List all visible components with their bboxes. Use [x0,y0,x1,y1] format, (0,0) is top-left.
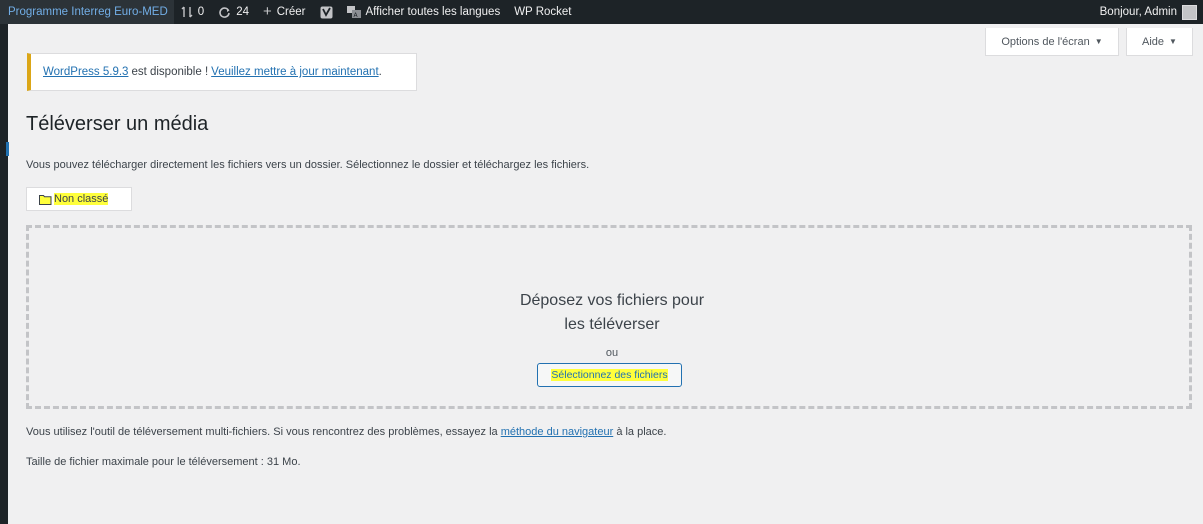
select-files-label: Sélectionnez des fichiers [551,369,668,381]
help-label: Aide [1142,35,1165,48]
drop-title-line2: les téléverser [564,316,660,333]
drop-or-label: ou [605,347,619,359]
uploader-info: Vous utilisez l'outil de téléversement m… [26,426,666,438]
admin-menu-edge [0,0,8,524]
notice-end: . [378,66,382,78]
page-title: Téléverser un média [26,113,209,135]
languages-label: Afficher toutes les langues [365,6,501,18]
folder-label: Non classé [54,193,109,205]
greeting-label: Bonjour, Admin [1099,6,1177,18]
browser-uploader-link[interactable]: méthode du navigateur [501,426,614,438]
caret-down-icon: ▼ [1169,37,1177,46]
updates-count: 24 [236,6,249,18]
drop-instructions: Déposez vos fichiers pour les téléverser [29,289,1195,337]
screen-options-label: Options de l'écran [1001,35,1090,48]
uploader-info-end: à la place. [616,426,667,438]
revisions-icon [181,6,193,18]
yoast-menu[interactable] [313,0,340,24]
admin-bar: Programme Interreg Euro-MED 0 24 + Créer… [0,0,1203,24]
languages-menu[interactable]: A Afficher toutes les langues [340,0,508,24]
wordpress-version-link[interactable]: WordPress 5.9.3 [43,66,128,78]
site-name-link[interactable]: Programme Interreg Euro-MED [0,0,174,24]
drag-drop-area[interactable]: Déposez vos fichiers pour les téléverser… [26,225,1192,409]
screen-options-button[interactable]: Options de l'écran ▼ [985,28,1119,56]
caret-down-icon: ▼ [1094,37,1103,46]
wp-rocket-label: WP Rocket [514,6,572,18]
avatar [1182,4,1197,20]
update-now-link[interactable]: Veuillez mettre à jour maintenant [211,66,378,78]
updates-menu[interactable]: 24 [211,0,256,24]
admin-menu-active-marker [6,142,9,156]
updates-icon [218,6,231,19]
revisions-menu[interactable]: 0 [174,0,211,24]
select-files-button[interactable]: Sélectionnez des fichiers [537,363,682,387]
help-button[interactable]: Aide ▼ [1126,28,1193,56]
my-account-menu[interactable]: Bonjour, Admin [1099,4,1203,20]
revisions-count: 0 [197,6,205,18]
site-name-label: Programme Interreg Euro-MED [8,6,168,18]
wp-rocket-menu[interactable]: WP Rocket [507,0,578,24]
update-notice: WordPress 5.9.3 est disponible ! Veuille… [27,53,417,91]
plus-icon: + [262,3,272,20]
folder-icon [39,194,52,205]
create-label: Créer [276,6,306,18]
folder-selector-button[interactable]: Non classé [26,187,132,211]
create-menu[interactable]: + Créer [256,0,313,24]
uploader-info-text: Vous utilisez l'outil de téléversement m… [26,426,498,438]
max-upload-size: Taille de fichier maximale pour le télév… [26,456,301,468]
translate-icon: A [346,6,361,18]
notice-text: est disponible ! [131,66,209,78]
drop-title-line1: Déposez vos fichiers pour [519,292,705,309]
yoast-icon [320,6,333,19]
page-description: Vous pouvez télécharger directement les … [26,159,590,171]
